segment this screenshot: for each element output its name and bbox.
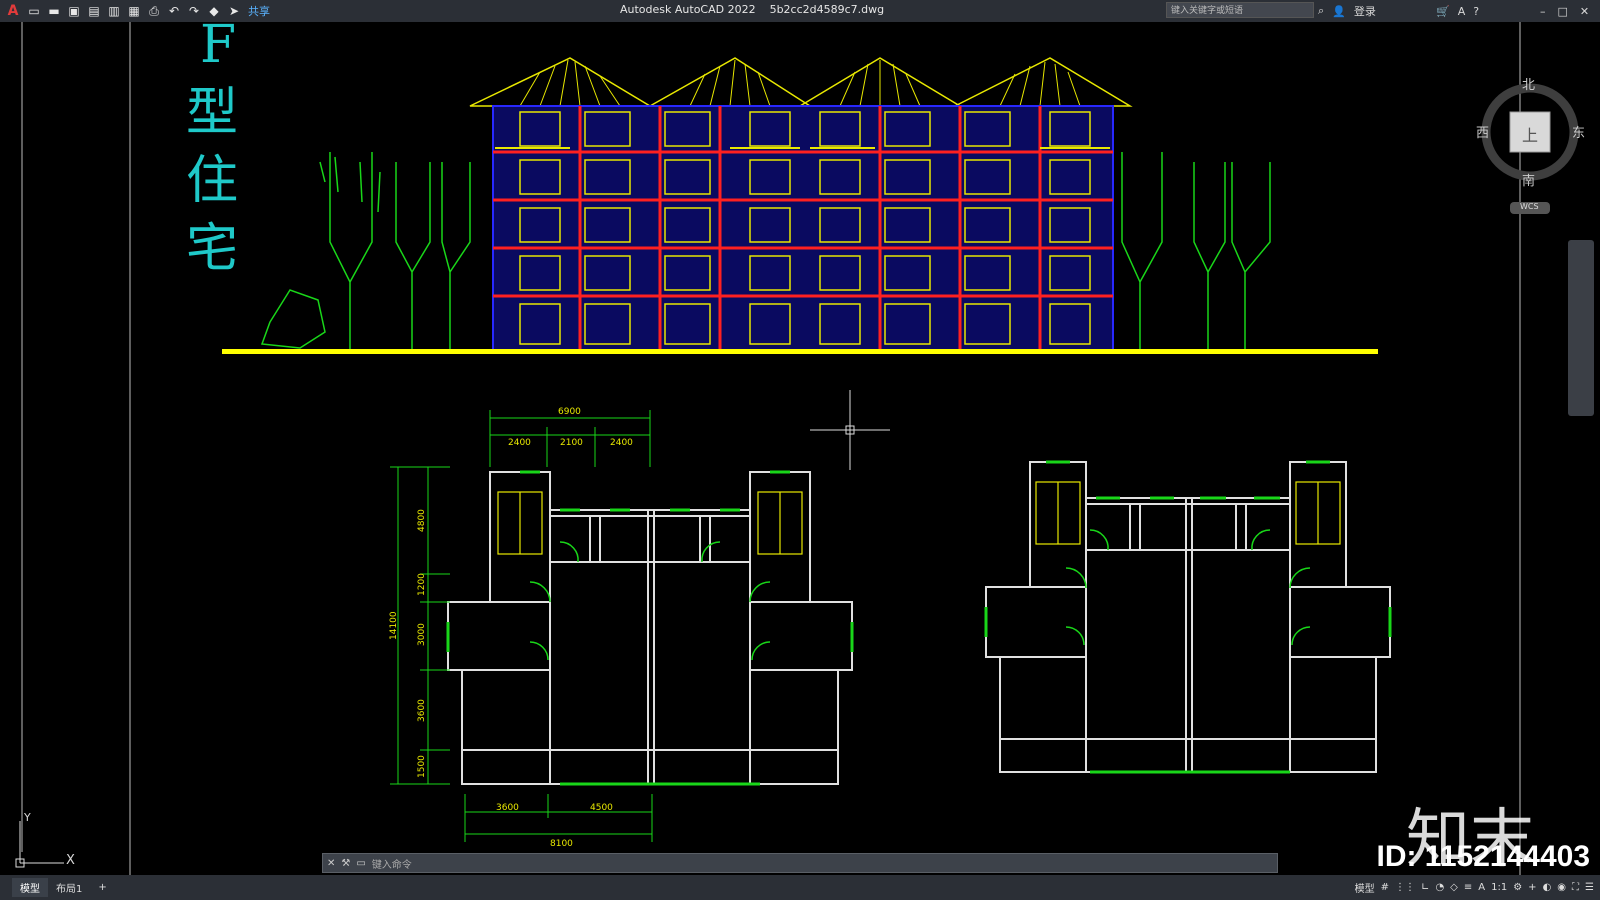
ortho-icon[interactable]: ∟: [1421, 882, 1429, 893]
user-icon[interactable]: 👤: [1332, 5, 1346, 18]
title-char: 型: [186, 83, 238, 143]
cart-icon[interactable]: 🛒: [1436, 5, 1450, 18]
title-bar: A ▭ ▬ ▣ ▤ ▥ ▦ ⎙ ↶ ↷ ◆ ➤ 共享 Autodesk Auto…: [0, 0, 1600, 22]
dim-label: 2100: [560, 438, 583, 448]
save-icon[interactable]: ▣: [66, 3, 82, 19]
customize-icon[interactable]: ⚒: [341, 858, 350, 869]
close-icon[interactable]: ✕: [327, 858, 335, 869]
autocad-logo-icon[interactable]: A: [4, 3, 22, 19]
wcs-menu[interactable]: WCS: [1520, 202, 1539, 211]
tab-model[interactable]: 模型: [12, 878, 48, 897]
titlebar-icons: 🛒 A ?: [1436, 0, 1479, 22]
fullscreen-icon[interactable]: ⛶: [1572, 882, 1579, 893]
view-cube[interactable]: 北 南 东 西 上 WCS: [1470, 62, 1590, 232]
window-title: Autodesk AutoCAD 2022 5b2cc2d4589c7.dwg: [620, 3, 885, 16]
tab-layout1[interactable]: 布局1: [48, 878, 90, 897]
dim-label: 6900: [558, 407, 581, 417]
command-input[interactable]: 键入命令: [372, 856, 412, 871]
quick-access-toolbar: A ▭ ▬ ▣ ▤ ▥ ▦ ⎙ ↶ ↷ ◆ ➤ 共享: [0, 3, 270, 19]
grid-icon[interactable]: #: [1381, 882, 1389, 893]
print-icon[interactable]: ⎙: [146, 3, 162, 19]
search-input[interactable]: 键入关键字或短语: [1166, 2, 1314, 18]
search-icon[interactable]: ⌕: [1318, 4, 1324, 18]
compass-north[interactable]: 北: [1522, 74, 1535, 93]
floor-plan-left: 6900 2400 2100 2400 14100 4800 1200 3000…: [389, 407, 854, 849]
share-label[interactable]: 共享: [248, 3, 270, 19]
dim-label: 14100: [389, 611, 399, 640]
building-elevation: [222, 57, 1378, 354]
save-as-icon[interactable]: ▤: [86, 3, 102, 19]
cursor-crosshair: [810, 390, 890, 470]
cad-drawing: F 型 住 宅 6900 2400 2100 2400 14100 4800 1…: [21, 15, 1521, 875]
ucs-icon: Y X: [14, 811, 84, 881]
annotation-icon[interactable]: A: [1478, 882, 1485, 893]
title-char: 宅: [186, 219, 238, 279]
ucs-x-label: X: [66, 853, 75, 868]
redo-icon[interactable]: ↷: [186, 3, 202, 19]
minimize-icon[interactable]: –: [1540, 5, 1546, 18]
autodesk-a-icon[interactable]: A: [1458, 5, 1466, 18]
dim-label: 3600: [496, 803, 519, 813]
navigation-bar[interactable]: [1568, 240, 1594, 416]
plus-icon[interactable]: +: [1528, 882, 1536, 893]
dim-label: 3600: [417, 699, 427, 722]
watermark-id: ID: 1152144403: [1376, 840, 1590, 873]
dim-label: 1500: [417, 755, 427, 778]
dim-label: 4500: [590, 803, 613, 813]
help-icon[interactable]: ?: [1473, 5, 1479, 18]
ground-line: [222, 349, 1378, 354]
close-icon[interactable]: ✕: [1580, 5, 1589, 18]
dim-label: 2400: [610, 438, 633, 448]
window-controls: – □ ✕: [1540, 0, 1589, 22]
login-label[interactable]: 登录: [1354, 3, 1376, 19]
floor-plan-right: [984, 460, 1392, 774]
dim-label: 8100: [550, 839, 573, 849]
menu-icon[interactable]: ☰: [1585, 882, 1594, 893]
gear-icon[interactable]: ⚙: [1513, 882, 1522, 893]
drawing-canvas[interactable]: F 型 住 宅 6900 2400 2100 2400 14100 4800 1…: [0, 15, 1600, 877]
hardware-icon[interactable]: ◉: [1557, 882, 1566, 893]
view-cube-top-face[interactable]: 上: [1522, 122, 1538, 146]
recent-commands-icon[interactable]: ▭: [356, 858, 365, 869]
share-icon[interactable]: ➤: [226, 3, 242, 19]
dim-label: 1200: [417, 573, 427, 596]
status-tools: 模型 # ⋮⋮ ∟ ◔ ◇ ≡ A 1:1 ⚙ + ◐ ◉ ⛶ ☰: [1355, 875, 1594, 900]
title-char: F: [200, 22, 236, 75]
titlebar-right: ⌕ 👤 登录: [1318, 0, 1376, 22]
osnap-icon[interactable]: ◇: [1450, 882, 1458, 893]
title-char: 住: [186, 151, 238, 211]
lineweight-icon[interactable]: ≡: [1464, 882, 1472, 893]
compass-west[interactable]: 西: [1476, 122, 1489, 141]
open-web-icon[interactable]: ▥: [106, 3, 122, 19]
snap-icon[interactable]: ⋮⋮: [1395, 882, 1415, 893]
drawing-title: F 型 住 宅: [186, 15, 238, 279]
dim-label: 4800: [417, 509, 427, 532]
open-folder-icon[interactable]: ▬: [46, 3, 62, 19]
new-file-icon[interactable]: ▭: [26, 3, 42, 19]
command-line[interactable]: ✕ ⚒ ▭ 键入命令: [322, 853, 1278, 873]
model-space-button[interactable]: 模型: [1355, 880, 1375, 895]
save-web-icon[interactable]: ▦: [126, 3, 142, 19]
isolate-icon[interactable]: ◐: [1543, 882, 1552, 893]
polar-icon[interactable]: ◔: [1435, 882, 1444, 893]
dim-label: 2400: [508, 438, 531, 448]
add-layout-button[interactable]: +: [90, 880, 114, 895]
maximize-icon[interactable]: □: [1558, 5, 1568, 18]
undo-icon[interactable]: ↶: [166, 3, 182, 19]
scale-label[interactable]: 1:1: [1491, 882, 1507, 893]
ucs-y-label: Y: [24, 811, 31, 824]
workspace-icon[interactable]: ◆: [206, 3, 222, 19]
compass-east[interactable]: 东: [1572, 122, 1585, 141]
compass-south[interactable]: 南: [1522, 170, 1535, 189]
dim-label: 3000: [417, 623, 427, 646]
